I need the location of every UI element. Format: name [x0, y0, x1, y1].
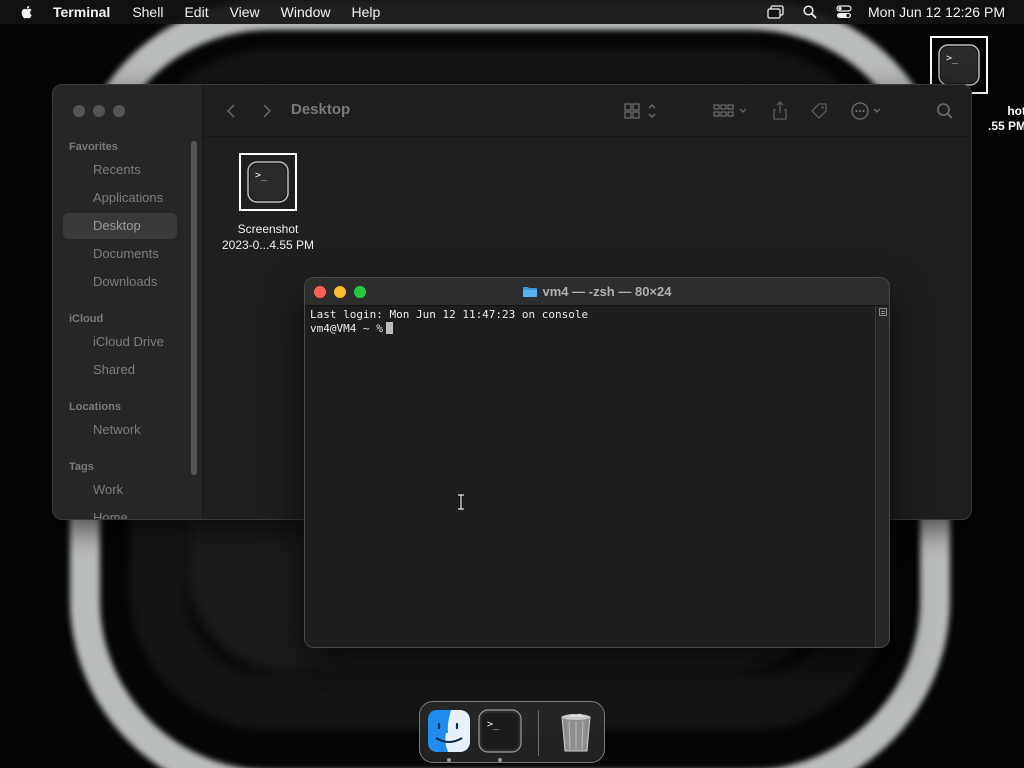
dock: >_ — [419, 701, 605, 763]
sidebar-item-desktop[interactable]: Desktop — [63, 213, 177, 239]
tag-icon[interactable] — [807, 99, 831, 123]
sidebar-item-shared[interactable]: Shared — [63, 357, 177, 383]
menu-app-name[interactable]: Terminal — [53, 0, 110, 24]
finder-icon[interactable] — [427, 709, 471, 753]
file-thumbnail: >_ — [239, 153, 297, 211]
back-chevron-icon[interactable] — [221, 99, 241, 123]
finder-close-button[interactable] — [73, 105, 85, 117]
screen-mirroring-icon[interactable] — [767, 4, 785, 20]
control-center-icon[interactable] — [835, 4, 853, 20]
sidebar-item-tag-work[interactable]: Work — [63, 477, 177, 503]
menu-view[interactable]: View — [230, 0, 260, 24]
menu-bar: Terminal Shell Edit View Window Help Mon… — [0, 0, 1024, 24]
finder-search-icon[interactable] — [933, 99, 957, 123]
svg-text:>_: >_ — [255, 170, 268, 181]
finder-toolbar: Desktop — [203, 85, 971, 137]
finder-current-folder: Desktop — [291, 101, 351, 118]
desktop-file-label: hot .55 PM — [966, 104, 1024, 134]
terminal-output[interactable]: Last login: Mon Jun 12 11:47:23 on conso… — [305, 306, 875, 647]
terminal-split-icon[interactable] — [879, 308, 887, 316]
svg-text:>_: >_ — [487, 719, 500, 730]
finder-running-indicator — [447, 758, 451, 762]
terminal-prompt-line: vm4@VM4 ~ % — [310, 322, 870, 336]
terminal-window: vm4 — -zsh — 80×24 Last login: Mon Jun 1… — [304, 277, 890, 648]
sidebar-header-icloud: iCloud — [69, 313, 104, 325]
menu-window[interactable]: Window — [281, 0, 331, 24]
terminal-prompt: vm4@VM4 ~ % — [310, 322, 383, 335]
menu-edit[interactable]: Edit — [184, 0, 208, 24]
folder-icon — [522, 287, 537, 297]
apple-menu-icon[interactable] — [19, 4, 35, 20]
terminal-titlebar[interactable]: vm4 — -zsh — 80×24 — [305, 278, 889, 306]
forward-chevron-icon[interactable] — [257, 99, 277, 123]
terminal-thumbnail-icon: >_ — [938, 44, 980, 86]
terminal-line-last-login: Last login: Mon Jun 12 11:47:23 on conso… — [310, 308, 589, 321]
terminal-scrollbar[interactable] — [875, 306, 889, 647]
finder-minimize-button[interactable] — [93, 105, 105, 117]
trash-icon[interactable] — [554, 709, 598, 753]
desktop-file-label-line2: .55 PM — [987, 119, 1024, 133]
group-by-icon[interactable] — [711, 99, 751, 123]
sidebar-item-tag-home[interactable]: Home — [63, 505, 177, 519]
sidebar-scrollbar[interactable] — [191, 141, 197, 475]
desktop: Terminal Shell Edit View Window Help Mon… — [0, 0, 1024, 768]
share-icon[interactable] — [769, 99, 791, 123]
view-mode-grid-icon[interactable] — [621, 99, 661, 123]
file-name-line2: 2023-0...4.55 PM — [221, 238, 315, 252]
sidebar-item-applications[interactable]: Applications — [63, 185, 177, 211]
sidebar-header-locations: Locations — [69, 401, 121, 413]
ibeam-cursor-icon — [458, 494, 464, 510]
file-screenshot[interactable]: >_ Screenshot 2023-0...4.55 PM — [219, 153, 317, 253]
sidebar-item-network[interactable]: Network — [63, 417, 177, 443]
svg-text:>_: >_ — [946, 53, 959, 64]
menu-clock[interactable]: Mon Jun 12 12:26 PM — [868, 4, 1005, 20]
sidebar-item-recents[interactable]: Recents — [63, 157, 177, 183]
terminal-title-text: vm4 — -zsh — 80×24 — [542, 284, 672, 299]
desktop-file-label-line1: hot — [1007, 104, 1024, 118]
sidebar-header-tags: Tags — [69, 461, 94, 473]
menu-shell[interactable]: Shell — [132, 0, 163, 24]
sidebar-header-favorites: Favorites — [69, 141, 118, 153]
terminal-icon[interactable]: >_ — [478, 709, 522, 753]
sidebar-item-downloads[interactable]: Downloads — [63, 269, 177, 295]
terminal-title: vm4 — -zsh — 80×24 — [305, 284, 889, 299]
file-name-line1: Screenshot — [237, 222, 299, 236]
finder-window-controls — [73, 105, 133, 117]
file-name: Screenshot 2023-0...4.55 PM — [219, 221, 317, 253]
menu-help[interactable]: Help — [351, 0, 380, 24]
finder-zoom-button[interactable] — [113, 105, 125, 117]
dock-separator — [538, 710, 539, 756]
terminal-thumbnail-icon: >_ — [247, 161, 289, 203]
finder-sidebar: Favorites Recents Applications Desktop D… — [53, 85, 203, 519]
more-actions-icon[interactable] — [849, 99, 887, 123]
spotlight-search-icon[interactable] — [801, 4, 819, 20]
sidebar-item-icloud-drive[interactable]: iCloud Drive — [63, 329, 177, 355]
sidebar-item-documents[interactable]: Documents — [63, 241, 177, 267]
terminal-cursor — [385, 322, 393, 334]
terminal-running-indicator — [498, 758, 502, 762]
